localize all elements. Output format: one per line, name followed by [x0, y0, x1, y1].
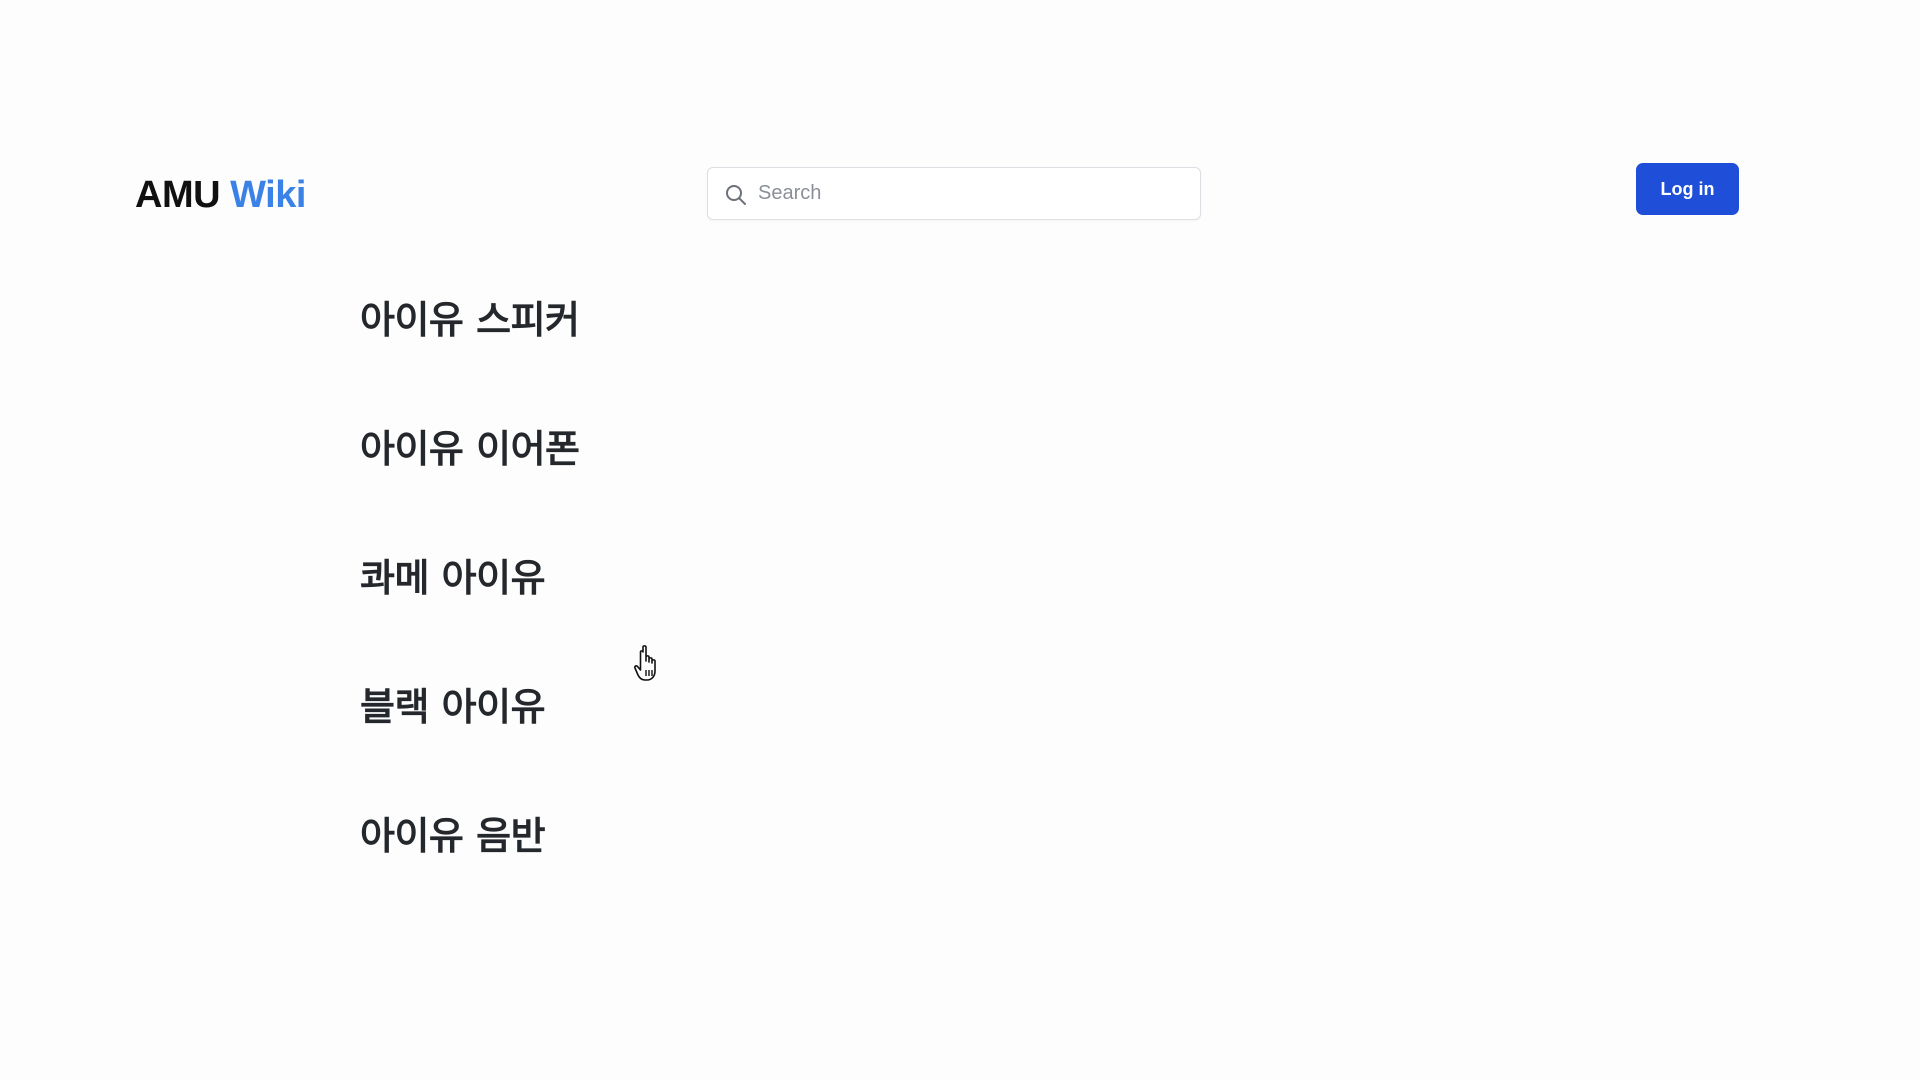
result-link[interactable]: 아이유 스피커	[360, 290, 580, 350]
list-item: 아이유 음반	[360, 806, 1260, 935]
result-link[interactable]: 콰메 아이유	[360, 548, 546, 608]
login-button[interactable]: Log in	[1636, 163, 1739, 215]
page: AMU Wiki Log in 아이유 스피커 아이유 이어폰 콰메 아이유 블…	[0, 0, 1920, 1080]
list-item: 아이유 스피커	[360, 290, 1260, 419]
search-input[interactable]	[758, 168, 1188, 219]
logo-main-text: AMU	[135, 174, 221, 216]
result-link[interactable]: 아이유 이어폰	[360, 419, 580, 479]
list-item: 블랙 아이유	[360, 677, 1260, 806]
list-item: 아이유 이어폰	[360, 419, 1260, 548]
search-box[interactable]	[707, 167, 1201, 220]
result-link[interactable]: 블랙 아이유	[360, 677, 546, 737]
list-item: 콰메 아이유	[360, 548, 1260, 677]
search-icon	[726, 185, 746, 205]
hand-pointer-icon	[634, 645, 656, 681]
result-link[interactable]: 아이유 음반	[360, 806, 546, 866]
results-list: 아이유 스피커 아이유 이어폰 콰메 아이유 블랙 아이유 아이유 음반	[360, 290, 1260, 935]
site-logo[interactable]: AMU Wiki	[135, 170, 306, 220]
header: AMU Wiki Log in	[0, 0, 1920, 260]
logo-accent-text: Wiki	[230, 174, 306, 216]
